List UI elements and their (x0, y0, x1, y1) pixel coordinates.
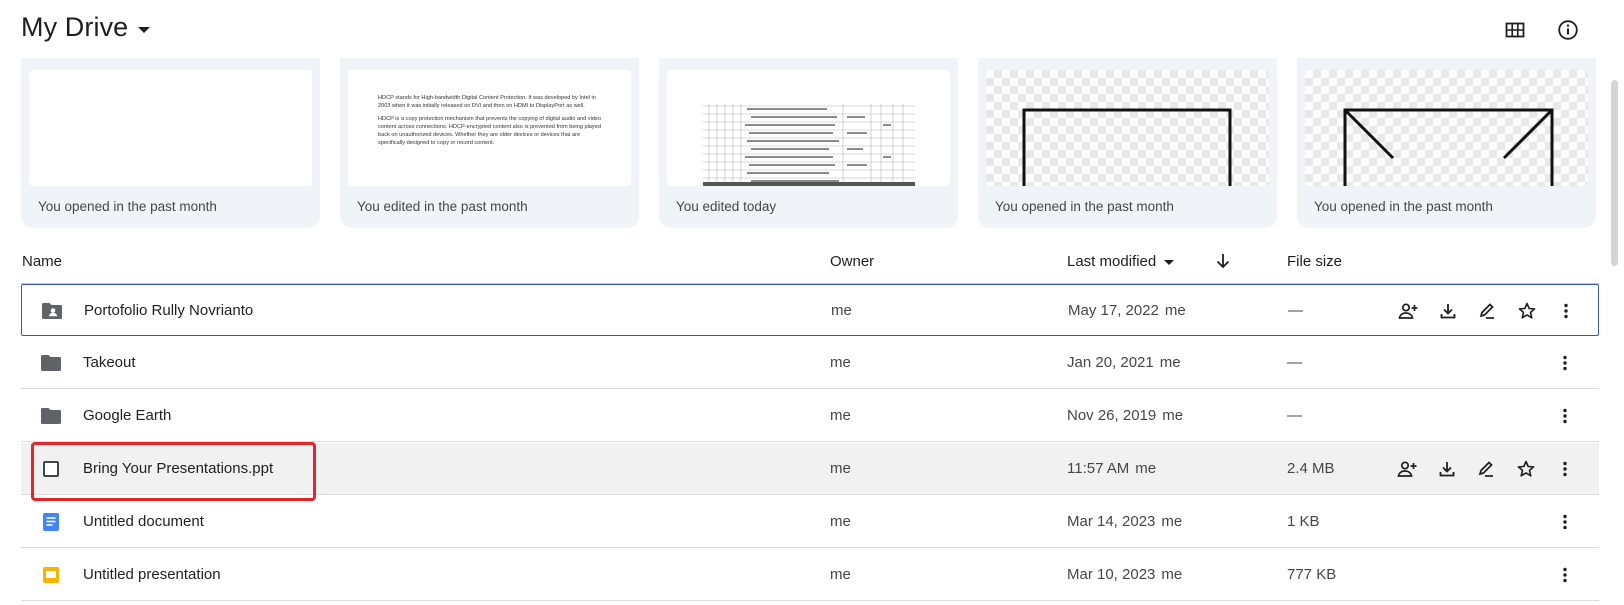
file-name: Bring Your Presentations.ppt (83, 460, 274, 477)
suggested-card-5[interactable]: You opened in the past month (1297, 58, 1596, 228)
file-preview-spreadsheet (667, 70, 950, 186)
file-row-bring-your-presentations[interactable]: Bring Your Presentations.ppt me 11:57 AM… (21, 443, 1599, 495)
file-owner: me (830, 354, 851, 371)
card-caption: You opened in the past month (38, 199, 217, 214)
file-modified: 11:57 AM me (1067, 460, 1156, 477)
card-caption: You opened in the past month (1314, 199, 1493, 214)
modified-date: Jan 20, 2021 (1067, 354, 1154, 371)
chevron-down-icon (1164, 259, 1175, 265)
column-header-file-size[interactable]: File size (1287, 253, 1342, 270)
modified-by: me (1164, 302, 1186, 319)
checkbox-icon (43, 461, 59, 477)
frame-drawing (1022, 108, 1232, 186)
card-caption: You edited today (676, 199, 777, 214)
modified-by: me (1135, 460, 1157, 477)
file-size: 1 KB (1287, 513, 1320, 530)
more-options-icon[interactable] (1553, 457, 1577, 481)
file-modified: Mar 10, 2023 me (1067, 566, 1182, 583)
card-caption: You opened in the past month (995, 199, 1174, 214)
suggested-card-4[interactable]: You opened in the past month (978, 58, 1277, 228)
modified-date: Mar 14, 2023 (1067, 513, 1156, 530)
my-drive-menu-button[interactable]: My Drive (21, 12, 151, 43)
modified-date: 11:57 AM (1067, 460, 1130, 477)
info-icon[interactable] (1555, 17, 1581, 43)
file-owner: me (830, 407, 851, 424)
more-options-icon[interactable] (1553, 563, 1577, 587)
file-name: Takeout (83, 354, 136, 371)
modified-date: Nov 26, 2019 (1067, 407, 1157, 424)
column-header-name[interactable]: Name (22, 253, 62, 270)
file-size: 777 KB (1287, 566, 1337, 583)
modified-date: Mar 10, 2023 (1067, 566, 1156, 583)
suggested-files: You opened in the past month HDCP stands… (21, 58, 1599, 228)
suggested-card-1[interactable]: You opened in the past month (21, 58, 320, 228)
preview-paragraph: HDCP stands for High-bandwidth Digital C… (378, 95, 596, 109)
column-header-last-modified[interactable]: Last modified (1067, 253, 1175, 270)
file-preview-image (986, 70, 1269, 186)
chevron-down-icon (138, 26, 151, 33)
file-modified: Jan 20, 2021 me (1067, 354, 1181, 371)
file-size: — (1287, 407, 1302, 424)
file-size: — (1287, 354, 1302, 371)
header-bar: My Drive (0, 0, 1624, 58)
modified-by: me (1161, 513, 1183, 530)
more-options-icon[interactable] (1553, 351, 1577, 375)
file-preview-blank (29, 70, 312, 186)
file-name: Google Earth (83, 407, 172, 424)
modified-by: me (1161, 566, 1183, 583)
file-owner: me (830, 566, 851, 583)
file-modified: May 17, 2022 me (1068, 302, 1186, 319)
suggested-card-2[interactable]: HDCP stands for High-bandwidth Digital C… (340, 58, 639, 228)
grid-view-icon[interactable] (1502, 17, 1528, 43)
column-header-owner[interactable]: Owner (830, 253, 874, 270)
star-icon[interactable] (1514, 457, 1538, 481)
shared-folder-icon (40, 299, 64, 323)
file-modified: Mar 14, 2023 me (1067, 513, 1182, 530)
file-preview-document: HDCP stands for High-bandwidth Digital C… (348, 70, 631, 186)
modified-by: me (1162, 407, 1184, 424)
column-header-label: Last modified (1067, 253, 1157, 270)
share-icon[interactable] (1395, 457, 1419, 481)
file-owner: me (830, 460, 851, 477)
file-row-portofolio[interactable]: Portofolio Rully Novrianto me May 17, 20… (21, 284, 1599, 336)
rename-icon[interactable] (1474, 457, 1498, 481)
suggested-card-3[interactable]: You edited today (659, 58, 958, 228)
select-checkbox[interactable] (39, 457, 63, 481)
modified-date: May 17, 2022 (1068, 302, 1159, 319)
rename-icon[interactable] (1475, 299, 1499, 323)
file-list-header: Name Owner Last modified File size (21, 240, 1599, 284)
sort-direction-icon[interactable] (1211, 249, 1235, 273)
file-preview-image (1305, 70, 1588, 186)
file-owner: me (831, 302, 852, 319)
more-options-icon[interactable] (1554, 299, 1578, 323)
scrollbar-thumb[interactable] (1611, 80, 1618, 266)
file-name: Untitled presentation (83, 566, 221, 583)
share-icon[interactable] (1396, 299, 1420, 323)
more-options-icon[interactable] (1553, 404, 1577, 428)
file-row-untitled-document[interactable]: Untitled document me Mar 14, 2023 me 1 KB (21, 496, 1599, 548)
file-size: — (1288, 302, 1303, 319)
card-caption: You edited in the past month (357, 199, 528, 214)
slides-icon (39, 563, 63, 587)
file-size: 2.4 MB (1287, 460, 1335, 477)
file-modified: Nov 26, 2019 me (1067, 407, 1183, 424)
spreadsheet-preview (703, 104, 915, 186)
star-icon[interactable] (1515, 299, 1539, 323)
file-row-untitled-presentation[interactable]: Untitled presentation me Mar 10, 2023 me … (21, 549, 1599, 601)
page-title: My Drive (21, 12, 129, 42)
preview-paragraph: HDCP is a copy protection mechanism that… (378, 116, 602, 146)
folder-icon (39, 404, 63, 428)
modified-by: me (1159, 354, 1181, 371)
download-icon[interactable] (1436, 299, 1460, 323)
docs-icon (39, 510, 63, 534)
download-icon[interactable] (1435, 457, 1459, 481)
file-name: Portofolio Rully Novrianto (84, 302, 254, 319)
more-options-icon[interactable] (1553, 510, 1577, 534)
file-owner: me (830, 513, 851, 530)
frame-diagonal-drawing (1343, 108, 1554, 186)
file-name: Untitled document (83, 513, 204, 530)
folder-icon (39, 351, 63, 375)
file-row-google-earth[interactable]: Google Earth me Nov 26, 2019 me — (21, 390, 1599, 442)
file-row-takeout[interactable]: Takeout me Jan 20, 2021 me — (21, 337, 1599, 389)
